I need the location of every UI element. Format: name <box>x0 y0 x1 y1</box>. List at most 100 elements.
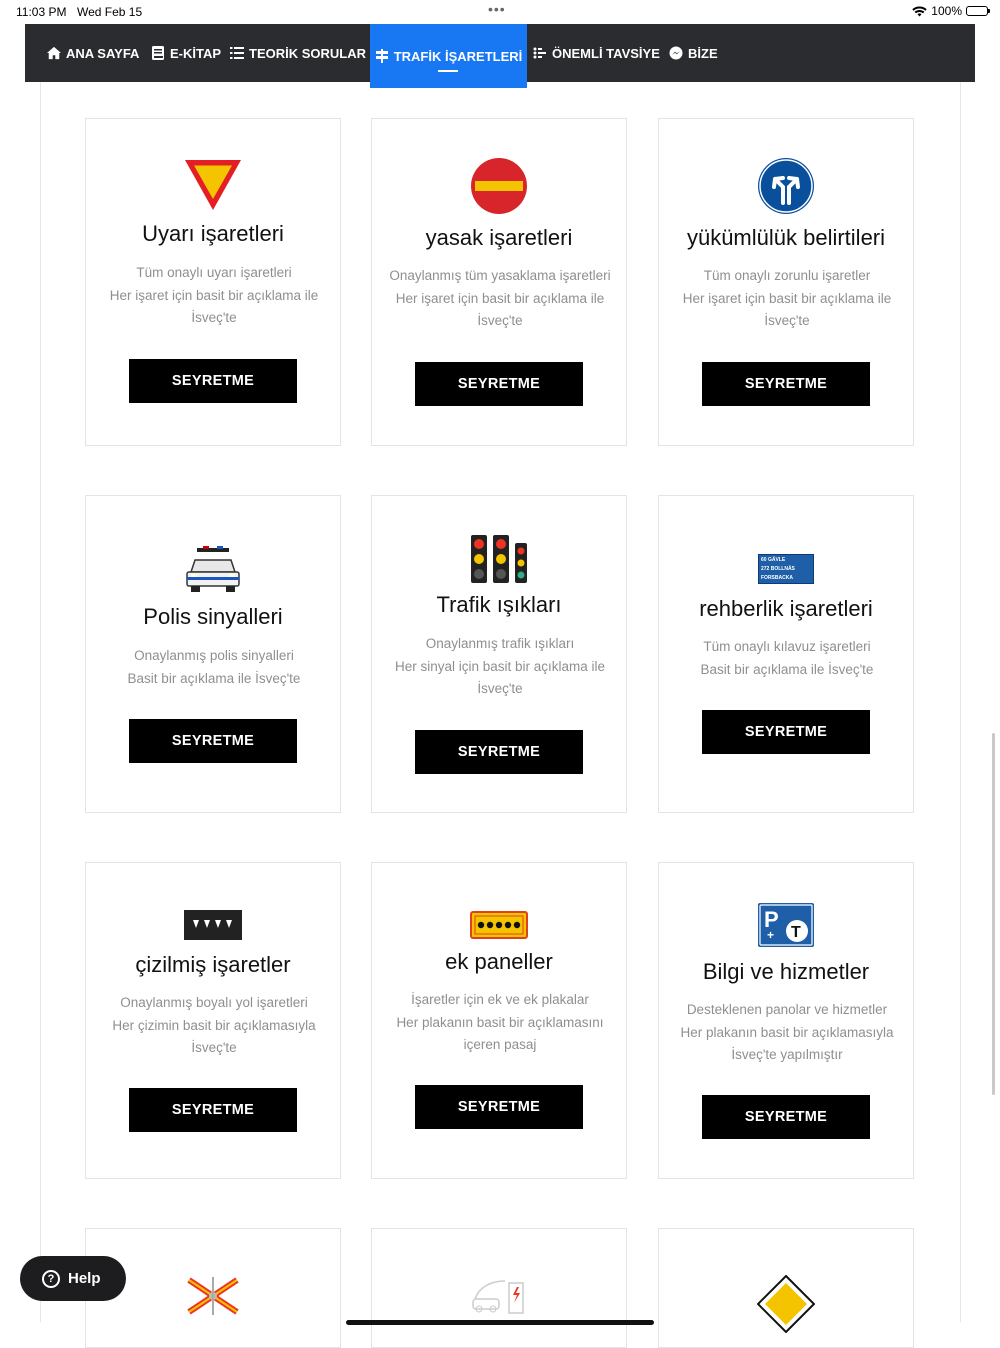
card-desc-line: Onaylanmış trafik ışıkları <box>425 636 575 651</box>
card-description: Onaylanmış tüm yasaklama işaretleri Her … <box>386 265 614 333</box>
card-description: Onaylanmış trafik ışıkları Her sinyal iç… <box>386 633 614 701</box>
watch-button[interactable]: SEYRETME <box>129 359 297 403</box>
card-desc-line: İsveç'te <box>477 681 523 696</box>
card-description: Tüm onaylı zorunlu işaretler Her işaret … <box>673 265 901 333</box>
card-desc-line: Tüm onaylı zorunlu işaretler <box>703 268 871 283</box>
card-guide-signs: 60 GÄVLE 272 BOLLNÄS FORSBACKA rehberlik… <box>658 495 914 813</box>
card-desc-line: İsveç'te yapılmıştır <box>731 1047 843 1062</box>
parking-info-sign-icon: P + T <box>659 903 913 947</box>
watch-button[interactable]: SEYRETME <box>129 719 297 763</box>
card-title: Uyarı işaretleri <box>142 221 284 246</box>
nav-label-home: ANA SAYFA <box>66 45 140 61</box>
status-bar: 11:03 PM Wed Feb 15 ••• 100% <box>0 0 1000 24</box>
card-description: Tüm onaylı kılavuz işaretleri Basit bir … <box>673 636 901 681</box>
status-right: 100% <box>912 4 990 18</box>
priority-road-icon <box>659 1275 913 1333</box>
card-desc-line: Basit bir açıklama ile İsveç'te <box>127 670 301 686</box>
card-title: Polis sinyalleri <box>143 604 283 629</box>
card-partial <box>658 1228 914 1348</box>
home-icon <box>47 46 61 60</box>
no-entry-sign-icon <box>372 157 626 215</box>
card-desc-line: Her çizimin basit bir açıklamasıyla <box>112 1017 316 1033</box>
card-mandatory-signs: yükümlülük belirtileri Tüm onaylı zorunl… <box>658 118 914 446</box>
card-desc-line: İşaretler için ek ve ek plakalar <box>411 992 589 1007</box>
watch-button[interactable]: SEYRETME <box>129 1088 297 1132</box>
guide-line: 272 BOLLNÄS <box>761 566 795 572</box>
card-prohibition-signs: yasak işaretleri Onaylanmış tüm yasaklam… <box>371 118 627 446</box>
card-road-markings: çizilmiş işaretler Onaylanmış boyalı yol… <box>85 862 341 1179</box>
status-date: Wed Feb 15 <box>77 5 143 19</box>
card-desc-line: Her işaret için basit bir açıklama ile <box>109 287 319 303</box>
card-desc-line: Onaylanmış polis sinyalleri <box>134 648 294 663</box>
road-marking-icon <box>86 910 340 940</box>
card-desc-line: Onaylanmış boyalı yol işaretleri <box>120 995 308 1010</box>
card-title: çizilmiş işaretler <box>135 952 291 977</box>
card-title: ek paneller <box>445 949 553 974</box>
card-desc-line: Her plakanın basit bir açıklamasını <box>396 1014 604 1030</box>
nav-label-contact: BİZE <box>688 45 718 61</box>
scrollbar[interactable] <box>992 733 995 1095</box>
watch-button[interactable]: SEYRETME <box>702 1095 870 1139</box>
guide-line: 60 GÄVLE <box>761 557 786 563</box>
nav-label-advice: ÖNEMLİ TAVSİYE <box>552 45 660 61</box>
watch-button[interactable]: SEYRETME <box>415 1085 583 1129</box>
nav-label-ebook: E-KİTAP <box>170 45 222 61</box>
card-desc-line: Her işaret için basit bir açıklama ile <box>682 290 892 306</box>
card-warning-signs: Uyarı işaretleri Tüm onaylı uyarı işaret… <box>85 118 341 446</box>
card-title: yükümlülük belirtileri <box>686 225 886 250</box>
mandatory-direction-sign-icon <box>659 157 913 215</box>
help-button[interactable]: ? Help <box>20 1256 126 1301</box>
yield-sign-icon <box>86 159 340 211</box>
card-description: Onaylanmış boyalı yol işaretleri Her çiz… <box>100 992 328 1060</box>
card-desc-line: İsveç'te <box>191 1040 237 1055</box>
card-desc-line: Tüm onaylı uyarı işaretleri <box>136 265 292 280</box>
card-desc-line: içeren pasaj <box>463 1037 537 1052</box>
card-desc-line: Tüm onaylı kılavuz işaretleri <box>703 639 871 654</box>
watch-button[interactable]: SEYRETME <box>415 362 583 406</box>
card-info-services: P + T Bilgi ve hizmetler Desteklenen panol… <box>658 862 914 1179</box>
nav-item-advice[interactable]: ÖNEMLİ TAVSİYE <box>533 24 660 82</box>
card-desc-line: Desteklenen panolar ve hizmetler <box>686 1002 888 1017</box>
guide-line: FORSBACKA <box>761 575 793 581</box>
card-title: yasak işaretleri <box>425 225 573 250</box>
card-desc-line: Her sinyal için basit bir açıklama ile <box>394 658 606 674</box>
card-title: rehberlik işaretleri <box>699 596 873 621</box>
additional-panel-icon <box>372 911 626 939</box>
ev-charging-icon <box>372 1269 626 1315</box>
top-nav: ANA SAYFA E-KİTAP TEORİK SORULAR TRAFİK … <box>25 24 975 88</box>
nav-item-theory[interactable]: TEORİK SORULAR <box>230 24 366 82</box>
list-icon <box>230 47 244 59</box>
nav-label-traffic-signs: TRAFİK İŞARETLERİ <box>393 48 523 64</box>
nav-label-theory: TEORİK SORULAR <box>249 45 366 61</box>
help-label: Help <box>68 1270 101 1287</box>
svg-text:+: + <box>767 928 774 942</box>
card-desc-line: Her işaret için basit bir açıklama ile <box>395 290 605 306</box>
card-desc-line: Her plakanın basit bir açıklamasıyla <box>680 1024 894 1040</box>
watch-button[interactable]: SEYRETME <box>415 730 583 774</box>
tips-icon <box>533 47 546 59</box>
watch-button[interactable]: SEYRETME <box>702 710 870 754</box>
book-icon <box>152 46 164 60</box>
svg-text:T: T <box>791 924 801 941</box>
card-desc-line: İsveç'te <box>764 313 810 328</box>
watch-button[interactable]: SEYRETME <box>702 362 870 406</box>
card-description: İşaretler için ek ve ek plakalar Her pla… <box>386 989 614 1057</box>
nav-item-home[interactable]: ANA SAYFA <box>47 24 139 82</box>
nav-item-contact[interactable]: BİZE <box>669 24 718 82</box>
messenger-icon <box>669 46 683 60</box>
card-title: Trafik ışıkları <box>436 592 562 617</box>
card-partial <box>371 1228 627 1348</box>
nav-item-traffic-signs[interactable]: TRAFİK İŞARETLERİ <box>370 24 527 88</box>
card-traffic-lights: Trafik ışıkları Onaylanmış trafik ışıkla… <box>371 495 627 813</box>
wifi-icon <box>912 6 927 17</box>
card-desc-line: Onaylanmış tüm yasaklama işaretleri <box>389 268 611 283</box>
traffic-lights-icon <box>372 534 626 584</box>
nav-item-ebook[interactable]: E-KİTAP <box>151 24 221 82</box>
police-car-icon <box>86 546 340 596</box>
card-desc-line: İsveç'te <box>191 310 237 325</box>
home-indicator[interactable] <box>346 1320 654 1325</box>
card-desc-line: İsveç'te <box>477 313 523 328</box>
card-police-signals: Polis sinyalleri Onaylanmış polis sinyal… <box>85 495 341 813</box>
card-additional-panels: ek paneller İşaretler için ek ve ek plak… <box>371 862 627 1179</box>
multitasking-dots-icon[interactable]: ••• <box>488 1 506 17</box>
